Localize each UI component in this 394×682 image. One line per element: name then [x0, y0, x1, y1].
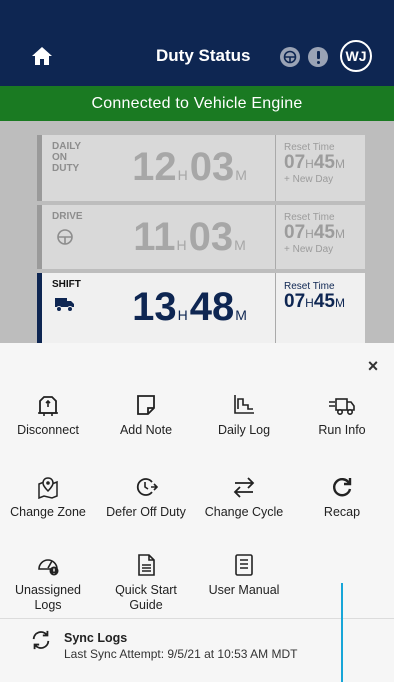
clock-label: SHIFT [42, 273, 106, 343]
clock-label: DAILY ON DUTY [52, 141, 82, 174]
add-note-button[interactable]: Add Note [100, 393, 192, 438]
map-pin-icon [38, 477, 58, 499]
document-icon [138, 554, 155, 576]
truck-clock-icon [55, 298, 74, 312]
home-button[interactable] [28, 44, 56, 68]
duty-clocks: DAILY ON DUTY 12 H 03 M Reset Time 07H45M + … [0, 121, 394, 343]
change-zone-button[interactable]: Change Zone [2, 475, 94, 520]
change-cycle-button[interactable]: Change Cycle [198, 475, 290, 520]
gauge-icon [38, 559, 59, 576]
reset-time: Reset Time 07H45M [275, 273, 365, 343]
sync-icon [32, 630, 50, 650]
truck-icon [329, 398, 355, 415]
recap-button[interactable]: Recap [296, 475, 388, 520]
scroll-indicator [341, 583, 343, 682]
clock-drive[interactable]: DRIVE 11 H 03 M Reset Time 07H45M + New Da… [37, 205, 365, 269]
daily-log-icon [234, 395, 254, 414]
connection-banner: Connected to Vehicle Engine [0, 86, 394, 121]
steering-wheel-icon [57, 229, 73, 245]
manual-icon [235, 554, 253, 576]
run-info-button[interactable]: Run Info [296, 393, 388, 438]
clock-shift[interactable]: SHIFT 13 H 48 M Reset Time 07H45M [37, 273, 365, 343]
avatar[interactable]: WJ [340, 40, 372, 72]
note-icon [137, 395, 155, 415]
home-icon [32, 47, 52, 65]
clock-forward-icon [136, 478, 158, 496]
clock-time: 11 H 03 M [133, 215, 246, 259]
steering-status-icon[interactable] [280, 47, 300, 67]
reset-time: Reset Time 07H45M + New Day [275, 205, 365, 269]
clock-time: 13 H 48 M [132, 285, 247, 329]
unassigned-logs-button[interactable]: Unassigned Logs [2, 553, 94, 613]
reset-time: Reset Time 07H45M + New Day [275, 135, 365, 201]
user-manual-button[interactable]: User Manual [198, 553, 290, 598]
page-title: Duty Status [156, 46, 251, 65]
daily-log-button[interactable]: Daily Log [198, 393, 290, 438]
quick-start-guide-button[interactable]: Quick Start Guide [100, 553, 192, 613]
app-header: Duty Status WJ [0, 0, 394, 86]
actions-drawer: × Disconnect Add Note Daily Log Run Info [0, 343, 394, 682]
last-sync-text: Last Sync Attempt: 9/5/21 at 10:53 AM MD… [64, 647, 298, 661]
swap-arrows-icon [233, 477, 255, 498]
clock-label: DRIVE [42, 205, 106, 269]
clock-daily-on-duty[interactable]: DAILY ON DUTY 12 H 03 M Reset Time 07H45M + … [37, 135, 365, 201]
clock-time: 12 H 03 M [132, 145, 247, 189]
divider [0, 618, 394, 619]
close-button[interactable]: × [362, 355, 384, 377]
refresh-icon [333, 478, 352, 497]
disconnect-button[interactable]: Disconnect [2, 393, 94, 438]
alert-icon[interactable] [308, 47, 328, 67]
defer-off-duty-button[interactable]: Defer Off Duty [100, 475, 192, 520]
sync-title: Sync Logs [64, 631, 128, 645]
disconnect-icon [38, 396, 58, 416]
